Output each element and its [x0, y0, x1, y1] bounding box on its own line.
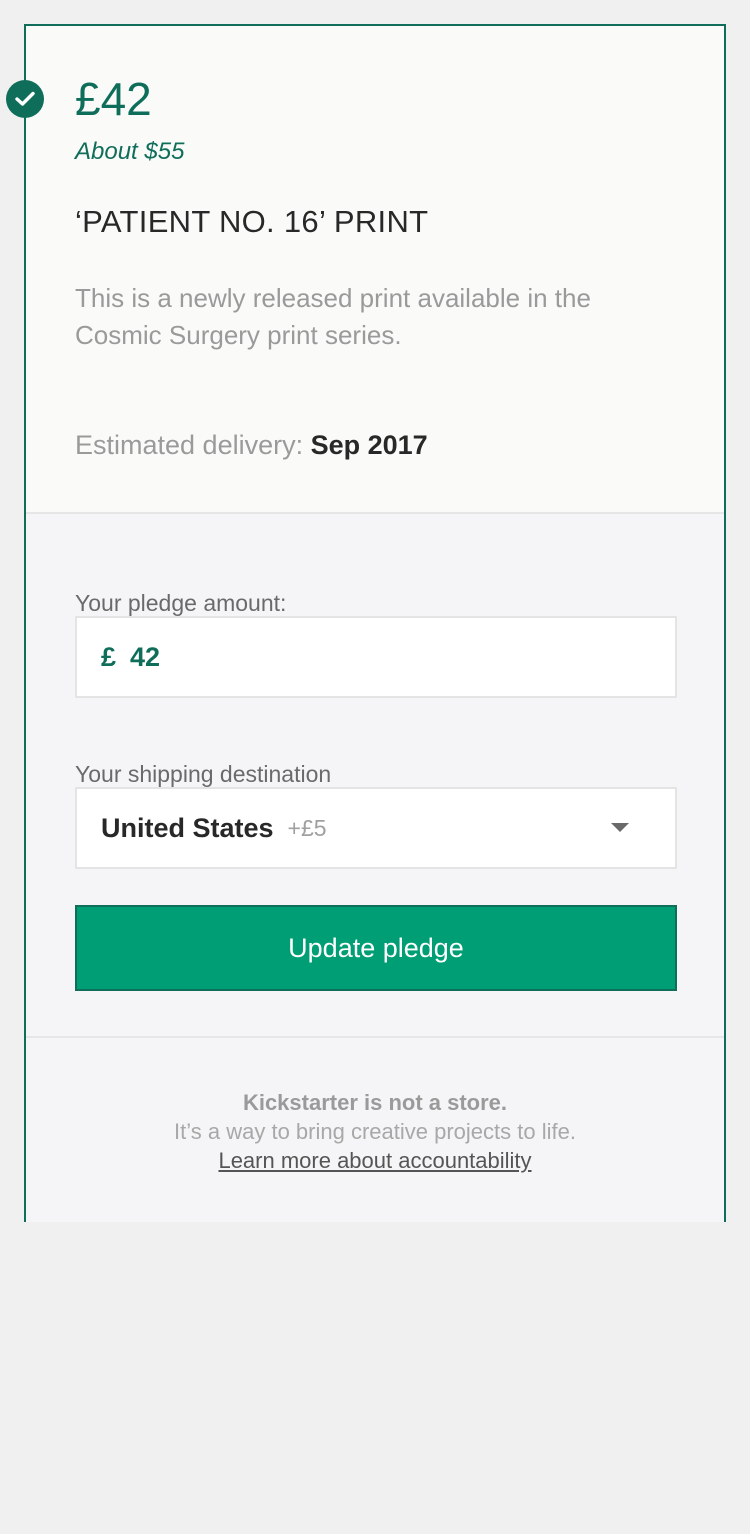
pledge-amount-label: Your pledge amount: [75, 590, 287, 616]
pledge-amount-value[interactable]: 42 [130, 642, 160, 673]
delivery-label: Estimated delivery: [75, 430, 304, 460]
creative-projects-text: It’s a way to bring creative projects to… [174, 1119, 576, 1144]
caret-down-icon[interactable] [611, 823, 629, 832]
not-a-store-heading: Kickstarter is not a store. [242, 1090, 508, 1115]
shipping-country: United States [101, 812, 274, 843]
shipping-destination-select[interactable]: United States +£5 [75, 787, 677, 869]
reward-title: ‘PATIENT NO. 16’ PRINT [75, 204, 429, 239]
reward-price: £42 [75, 73, 152, 125]
currency-symbol: £ [101, 641, 117, 672]
delivery-value: Sep 2017 [310, 430, 428, 460]
shipping-cost: +£5 [287, 814, 327, 841]
shipping-destination-label: Your shipping destination [75, 761, 332, 787]
pledge-form: Your pledge amount: £ 42 Your shipping d… [26, 512, 724, 1038]
reward-card: £42 About $55 ‘PATIENT NO. 16’ PRINT Thi… [6, 24, 726, 1222]
reward-description: This is a newly released print available… [75, 283, 591, 350]
accountability-link[interactable]: Learn more about accountability [26, 1148, 724, 1174]
update-pledge-button[interactable]: Update pledge [75, 905, 677, 991]
pledge-amount-input[interactable]: £ 42 [75, 616, 677, 698]
reward-details: £42 About $55 ‘PATIENT NO. 16’ PRINT Thi… [26, 26, 724, 512]
estimated-delivery: Estimated delivery: Sep 2017 [75, 430, 428, 461]
accountability-footer: Kickstarter is not a store. It’s a way t… [26, 1038, 724, 1222]
converted-price: About $55 [75, 138, 185, 165]
